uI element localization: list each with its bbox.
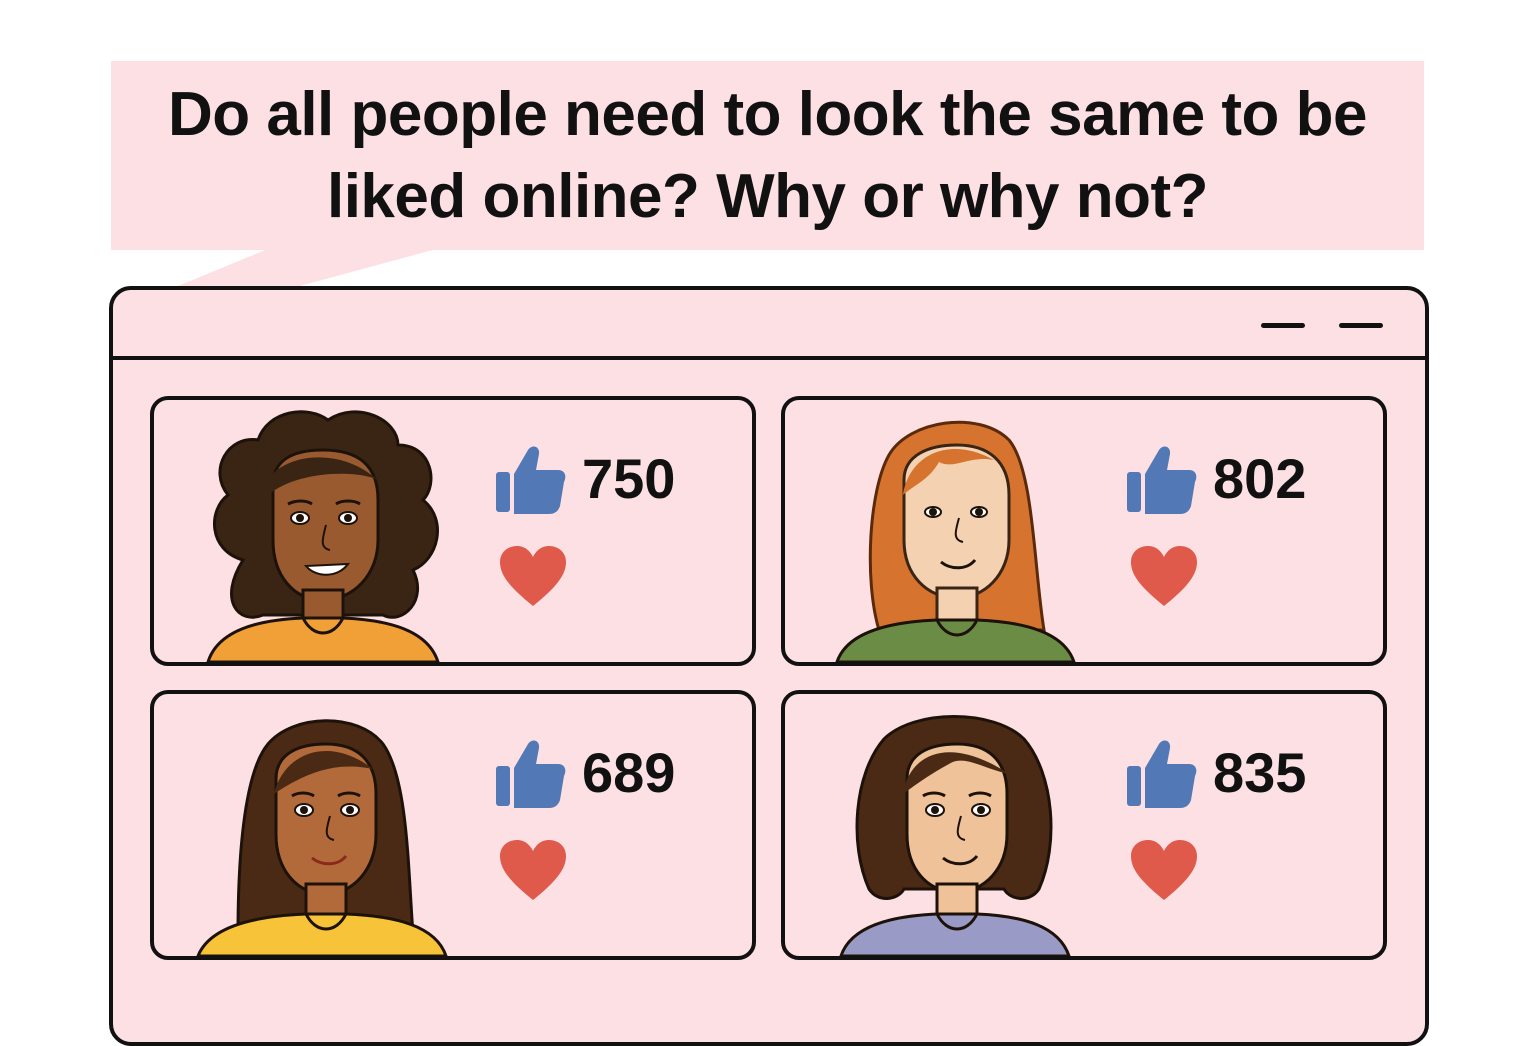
profile-card: 835 bbox=[781, 690, 1387, 960]
heart-icon[interactable] bbox=[498, 544, 568, 608]
window-titlebar bbox=[113, 290, 1425, 360]
thumbs-up-icon[interactable] bbox=[494, 442, 568, 516]
minimize-icon-2[interactable] bbox=[1339, 323, 1383, 328]
heart-icon[interactable] bbox=[498, 838, 568, 902]
like-count: 802 bbox=[1213, 447, 1307, 510]
profile-card: 689 bbox=[150, 690, 756, 960]
minimize-icon[interactable] bbox=[1261, 323, 1305, 328]
like-count: 835 bbox=[1213, 741, 1307, 804]
thumbs-up-icon[interactable] bbox=[494, 736, 568, 810]
profile-card: 750 bbox=[150, 396, 756, 666]
thumbs-up-icon[interactable] bbox=[1125, 736, 1199, 810]
avatar-red-hair-person bbox=[835, 420, 1076, 662]
browser-window: 750 802 689 835 bbox=[109, 286, 1429, 1046]
like-count: 750 bbox=[582, 447, 676, 510]
thumbs-up-icon[interactable] bbox=[1125, 442, 1199, 516]
profile-card: 802 bbox=[781, 396, 1387, 666]
speech-bubble: Do all people need to look the same to b… bbox=[111, 61, 1424, 250]
avatar-short-brown-hair-person bbox=[839, 715, 1071, 956]
heart-icon[interactable] bbox=[1129, 544, 1199, 608]
avatar-curly-hair-person bbox=[206, 410, 440, 662]
heart-icon[interactable] bbox=[1129, 838, 1199, 902]
avatar-long-brown-hair-person bbox=[196, 719, 448, 956]
question-text: Do all people need to look the same to b… bbox=[167, 79, 1368, 231]
like-count: 689 bbox=[582, 741, 676, 804]
